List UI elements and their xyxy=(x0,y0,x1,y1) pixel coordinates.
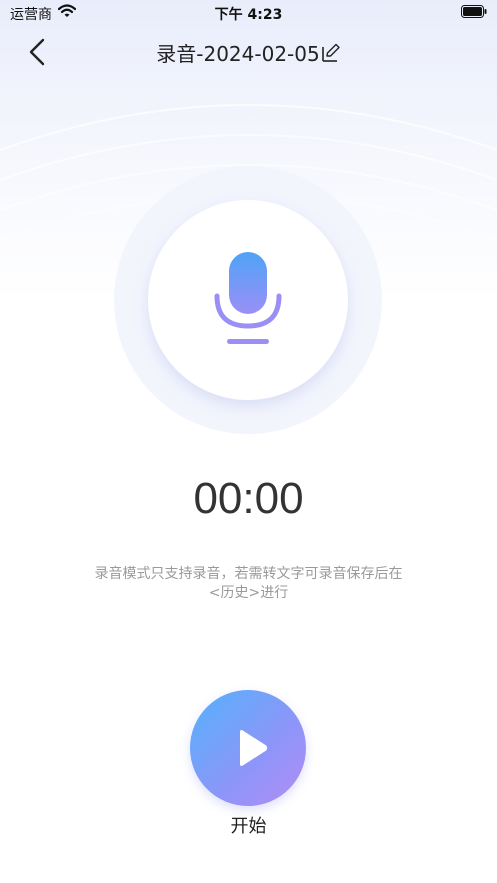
microphone-icon xyxy=(214,252,282,344)
start-label[interactable]: 开始 xyxy=(0,812,497,838)
edit-title-button[interactable] xyxy=(321,43,341,63)
start-recording-button[interactable] xyxy=(190,690,306,806)
status-bar: 运营商 下午 4:23 xyxy=(0,0,497,26)
recording-hint: 录音模式只支持录音，若需转文字可录音保存后在<历史>进行 xyxy=(94,566,403,601)
edit-icon xyxy=(321,43,340,62)
battery-icon xyxy=(461,5,487,18)
page-title[interactable]: 录音-2024-02-05 xyxy=(156,42,319,66)
nav-title-bar: 录音-2024-02-05 xyxy=(0,38,497,66)
play-icon xyxy=(240,730,268,766)
status-time: 下午 4:23 xyxy=(214,7,283,23)
recording-timer: 00:00 xyxy=(193,474,304,523)
